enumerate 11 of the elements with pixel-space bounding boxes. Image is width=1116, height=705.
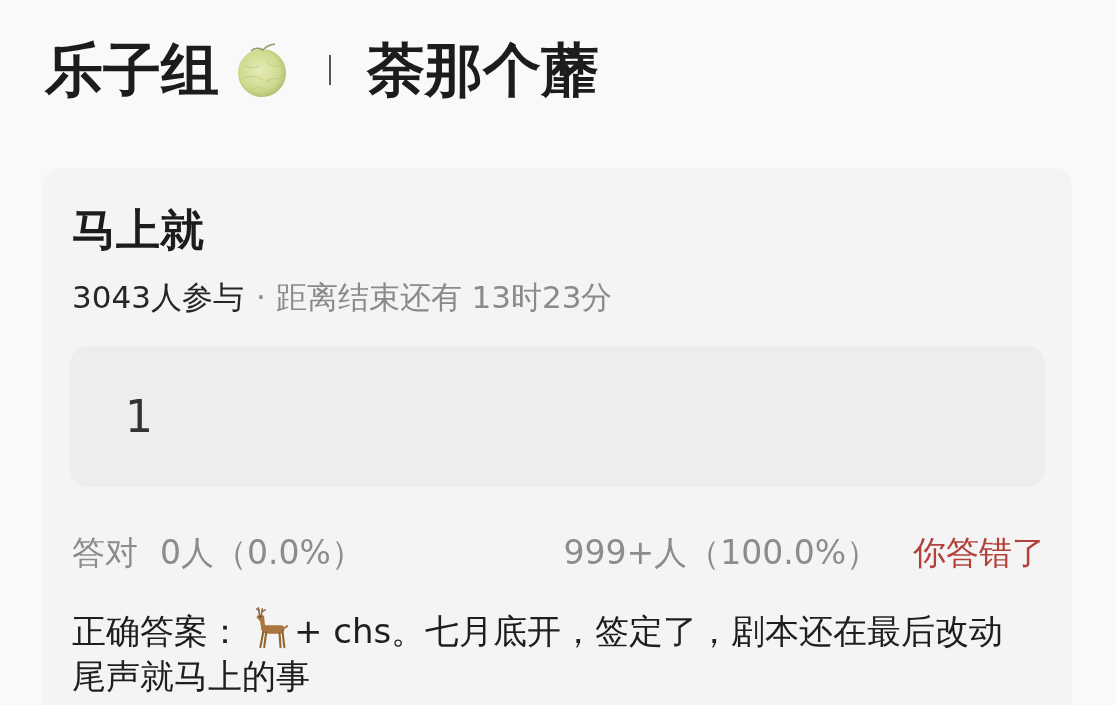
poll-title: 马上就 bbox=[71, 204, 204, 256]
answer-box: 1 bbox=[70, 346, 1045, 487]
participant-count: 3043人参与 bbox=[72, 278, 244, 317]
group-title: 荼那个蘼 bbox=[367, 38, 599, 102]
group-name: 乐子组 bbox=[45, 38, 219, 102]
correct-answer-text: 正确答案： + chs。七月底开，签定了，剧本还在最后改动尾声就马上的事 bbox=[70, 605, 1045, 699]
answer-count: 999+人（100.0%） bbox=[563, 532, 879, 574]
time-remaining: · 距离结束还有 13时23分 bbox=[255, 278, 613, 317]
correct-count: 0人（0.0%） bbox=[160, 532, 364, 574]
result-text: 你答错了 bbox=[913, 532, 1045, 574]
correct-label: 答对 bbox=[72, 532, 138, 574]
